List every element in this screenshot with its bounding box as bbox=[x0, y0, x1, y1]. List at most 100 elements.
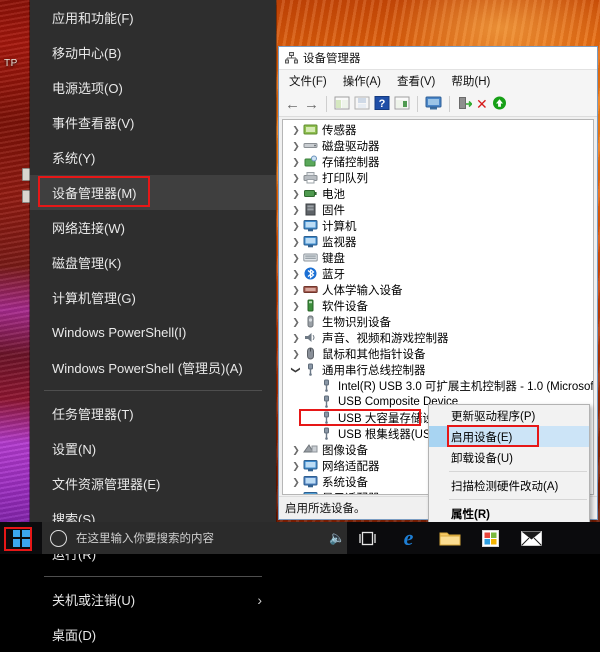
tree-item[interactable]: Intel(R) USB 3.0 可扩展主机控制器 - 1.0 (Microso… bbox=[283, 378, 593, 394]
tree-item[interactable]: ❯ 蓝牙 bbox=[283, 266, 593, 282]
tree-item-label: 显示适配器 bbox=[322, 490, 380, 494]
tree-item[interactable]: ❯ 电池 bbox=[283, 186, 593, 202]
chevron-right-icon[interactable]: ❯ bbox=[289, 218, 303, 234]
scan-hardware-changes-icon[interactable] bbox=[425, 96, 442, 113]
winx-item-18[interactable]: 关机或注销(U) › bbox=[30, 582, 276, 617]
winx-item-1[interactable]: 移动中心(B) bbox=[30, 35, 276, 70]
task-view-icon[interactable] bbox=[347, 522, 388, 554]
chevron-right-icon[interactable]: ❯ bbox=[289, 186, 303, 202]
edge-browser-icon[interactable]: e bbox=[388, 522, 429, 554]
back-arrow-icon[interactable]: ← bbox=[285, 97, 300, 112]
tree-item[interactable]: ❯ 通用串行总线控制器 bbox=[283, 362, 593, 378]
tree-item[interactable]: ❯ 打印队列 bbox=[283, 170, 593, 186]
chevron-right-icon[interactable]: ❯ bbox=[289, 474, 303, 490]
chevron-right-icon[interactable]: ❯ bbox=[289, 138, 303, 154]
chevron-right-icon[interactable]: ❯ bbox=[289, 154, 303, 170]
chevron-right-icon[interactable]: ❯ bbox=[289, 442, 303, 458]
microphone-icon[interactable]: 🔈 bbox=[329, 530, 345, 546]
update-driver-icon[interactable] bbox=[457, 96, 473, 113]
taskbar-icons[interactable]: e bbox=[347, 522, 552, 554]
winx-item-5[interactable]: 设备管理器(M) bbox=[30, 175, 276, 210]
tree-item-label: 磁盘驱动器 bbox=[322, 141, 380, 153]
context-menu-item-1[interactable]: 启用设备(E) bbox=[429, 426, 589, 447]
winx-item-4[interactable]: 系统(Y) bbox=[30, 140, 276, 175]
winx-item-label: Windows PowerShell (管理员)(A) bbox=[52, 361, 243, 376]
start-button[interactable] bbox=[0, 522, 42, 554]
tree-item[interactable]: ❯ 磁盘驱动器 bbox=[283, 138, 593, 154]
menu-1[interactable]: 操作(A) bbox=[343, 73, 381, 89]
tree-item-label: 监视器 bbox=[322, 237, 357, 249]
winx-item-19[interactable]: 桌面(D) bbox=[30, 617, 276, 652]
tree-item[interactable]: ❯ 固件 bbox=[283, 202, 593, 218]
tree-item[interactable]: ❯ 生物识别设备 bbox=[283, 314, 593, 330]
winx-item-label: 网络连接(W) bbox=[52, 221, 125, 236]
chevron-right-icon[interactable]: ❯ bbox=[289, 282, 303, 298]
winx-item-10[interactable]: Windows PowerShell (管理员)(A) bbox=[30, 350, 276, 385]
show-hide-console-tree-icon[interactable] bbox=[334, 96, 350, 113]
chevron-right-icon[interactable]: ❯ bbox=[289, 266, 303, 282]
menu-3[interactable]: 帮助(H) bbox=[451, 73, 490, 89]
winx-item-6[interactable]: 网络连接(W) bbox=[30, 210, 276, 245]
tree-item[interactable]: ❯ 人体学输入设备 bbox=[283, 282, 593, 298]
enable-device-icon[interactable] bbox=[492, 96, 507, 113]
mail-icon[interactable] bbox=[511, 522, 552, 554]
tree-item-label: 计算机 bbox=[322, 221, 357, 233]
context-menu-item-4[interactable]: 扫描检测硬件改动(A) bbox=[429, 475, 589, 496]
device-manager-menubar[interactable]: 文件(F) 操作(A) 查看(V) 帮助(H) bbox=[279, 70, 597, 92]
context-menu-item-label: 属性(R) bbox=[451, 508, 490, 521]
taskbar[interactable]: 在这里输入你要搜索的内容 🔈 e bbox=[0, 522, 600, 554]
tree-item[interactable]: ❯ 传感器 bbox=[283, 122, 593, 138]
chevron-right-icon[interactable]: ❯ bbox=[289, 458, 303, 474]
chevron-right-icon[interactable]: ❯ bbox=[289, 330, 303, 346]
properties-icon[interactable] bbox=[394, 96, 410, 113]
display-adapter-icon bbox=[303, 491, 318, 494]
tree-item[interactable]: ❯ 软件设备 bbox=[283, 298, 593, 314]
tree-item-label: 图像设备 bbox=[322, 445, 368, 457]
tree-item-label: 系统设备 bbox=[322, 477, 368, 489]
winx-item-2[interactable]: 电源选项(O) bbox=[30, 70, 276, 105]
battery-icon bbox=[303, 187, 318, 201]
chevron-down-icon[interactable]: ❯ bbox=[288, 363, 304, 377]
context-menu-item-0[interactable]: 更新驱动程序(P) bbox=[429, 405, 589, 426]
winx-item-9[interactable]: Windows PowerShell(I) bbox=[30, 315, 276, 350]
save-icon[interactable] bbox=[354, 96, 370, 113]
tree-item-label: Intel(R) USB 3.0 可扩展主机控制器 - 1.0 (Microso… bbox=[338, 381, 594, 393]
winx-item-7[interactable]: 磁盘管理(K) bbox=[30, 245, 276, 280]
chevron-right-icon[interactable]: ❯ bbox=[289, 122, 303, 138]
file-explorer-icon[interactable] bbox=[429, 522, 470, 554]
svg-text:?: ? bbox=[379, 98, 386, 110]
forward-arrow-icon[interactable]: → bbox=[304, 97, 319, 112]
chevron-right-icon[interactable]: ❯ bbox=[289, 346, 303, 362]
tree-item[interactable]: ❯ 计算机 bbox=[283, 218, 593, 234]
search-input[interactable]: 在这里输入你要搜索的内容 🔈 bbox=[42, 522, 347, 554]
chevron-right-icon[interactable]: ❯ bbox=[289, 298, 303, 314]
winx-item-8[interactable]: 计算机管理(G) bbox=[30, 280, 276, 315]
firmware-icon bbox=[303, 203, 318, 217]
tree-item[interactable]: ❯ 声音、视频和游戏控制器 bbox=[283, 330, 593, 346]
menu-0[interactable]: 文件(F) bbox=[289, 73, 327, 89]
uninstall-device-icon[interactable]: ✕ bbox=[476, 97, 488, 111]
winx-item-14[interactable]: 文件资源管理器(E) bbox=[30, 466, 276, 501]
winx-context-menu[interactable]: 应用和功能(F) 移动中心(B) 电源选项(O) 事件查看器(V) 系统(Y) 设备管理器… bbox=[30, 0, 276, 643]
tree-item[interactable]: ❯ 键盘 bbox=[283, 250, 593, 266]
winx-item-0[interactable]: 应用和功能(F) bbox=[30, 0, 276, 35]
context-menu-item-6[interactable]: 属性(R) bbox=[429, 503, 589, 524]
winx-item-3[interactable]: 事件查看器(V) bbox=[30, 105, 276, 140]
tree-item[interactable]: ❯ 鼠标和其他指针设备 bbox=[283, 346, 593, 362]
winx-item-13[interactable]: 设置(N) bbox=[30, 431, 276, 466]
chevron-right-icon[interactable]: ❯ bbox=[289, 202, 303, 218]
tree-item[interactable]: ❯ 监视器 bbox=[283, 234, 593, 250]
chevron-right-icon[interactable]: ❯ bbox=[289, 250, 303, 266]
microsoft-store-icon[interactable] bbox=[470, 522, 511, 554]
context-menu-item-2[interactable]: 卸载设备(U) bbox=[429, 447, 589, 468]
tree-item[interactable]: ❯ 存储控制器 bbox=[283, 154, 593, 170]
menu-2[interactable]: 查看(V) bbox=[397, 73, 435, 89]
chevron-right-icon[interactable]: ❯ bbox=[289, 170, 303, 186]
help-icon[interactable]: ? bbox=[374, 95, 390, 113]
device-context-menu[interactable]: 更新驱动程序(P) 启用设备(E) 卸载设备(U) 扫描检测硬件改动(A) 属性(R) bbox=[428, 404, 590, 526]
chevron-right-icon[interactable]: ❯ bbox=[289, 490, 303, 494]
chevron-right-icon[interactable]: ❯ bbox=[289, 314, 303, 330]
chevron-right-icon[interactable]: ❯ bbox=[289, 234, 303, 250]
device-manager-toolbar[interactable]: ← → ? ✕ bbox=[279, 92, 597, 117]
winx-item-12[interactable]: 任务管理器(T) bbox=[30, 396, 276, 431]
